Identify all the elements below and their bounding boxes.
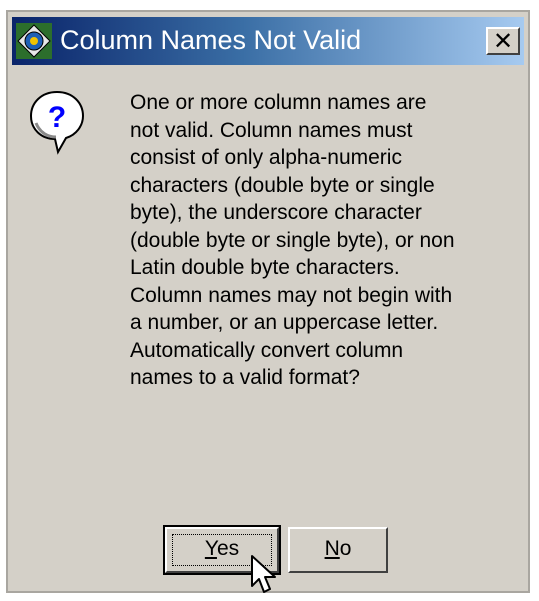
app-icon — [16, 23, 52, 59]
title-bar[interactable]: Column Names Not Valid ✕ — [12, 17, 524, 65]
no-button[interactable]: No — [288, 527, 388, 573]
message-line: consist of only alpha-numeric — [130, 146, 402, 169]
message-text: One or more column names are not valid. … — [130, 89, 520, 392]
message-line: a number, or an uppercase letter. — [130, 311, 439, 334]
message-line: names to a valid format? — [130, 366, 360, 389]
svg-text:?: ? — [48, 101, 66, 134]
no-mnemonic: N — [324, 537, 340, 560]
mouse-pointer-icon — [251, 555, 276, 593]
message-line: not valid. Column names must — [130, 118, 413, 142]
message-line: Latin double byte characters. — [130, 256, 400, 279]
message-line: Column names may not begin with — [130, 283, 453, 307]
close-button[interactable]: ✕ — [486, 27, 520, 55]
message-line: Automatically convert column — [130, 338, 404, 362]
dialog-title: Column Names Not Valid — [60, 25, 362, 55]
message-line: One or more column names are — [130, 91, 427, 114]
close-icon: ✕ — [492, 27, 514, 55]
message-line: byte), the underscore character — [130, 201, 422, 224]
question-icon: ? — [29, 90, 85, 155]
message-line: (double byte or single byte), or non — [130, 228, 455, 252]
dialog-window: Column Names Not Valid ✕ ? One or more c… — [6, 10, 530, 593]
no-label: o — [339, 537, 352, 560]
message-line: characters (double byte or single — [130, 173, 435, 197]
